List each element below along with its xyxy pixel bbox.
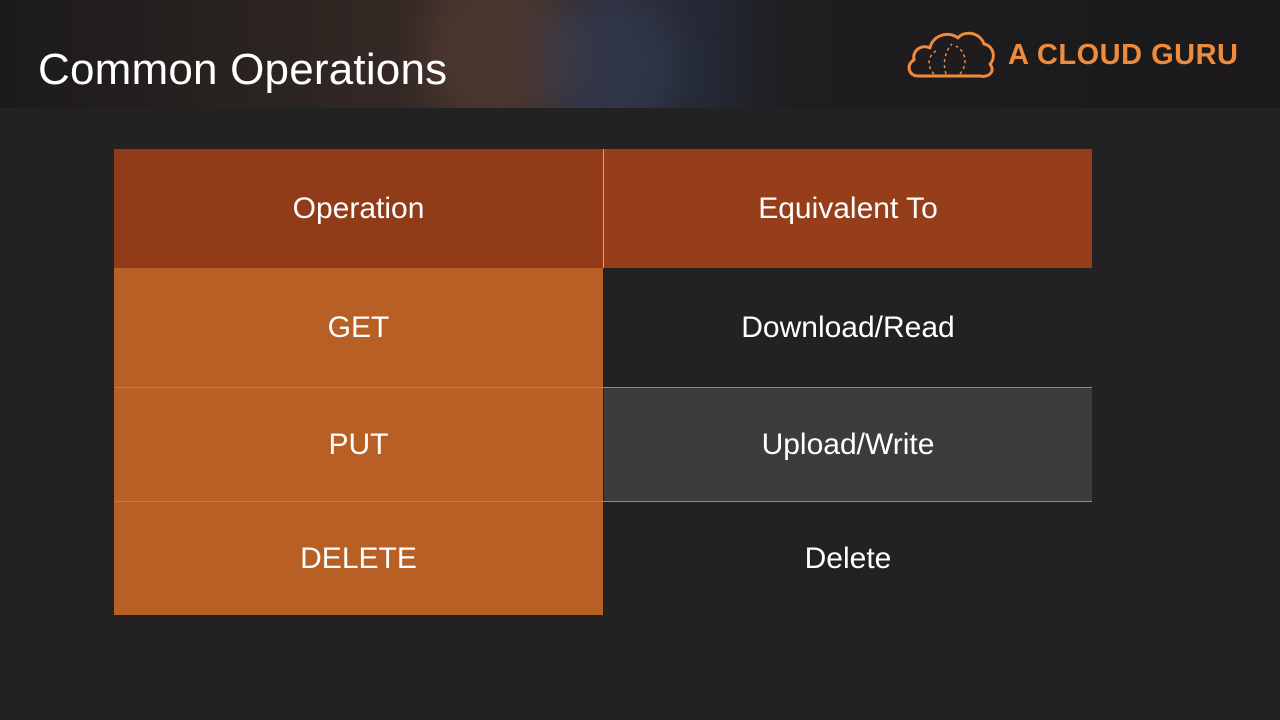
- header-background-figure-shadow: [540, 0, 680, 108]
- brand-name: A CLOUD GURU: [1008, 38, 1239, 71]
- cloud-logo-icon: [907, 31, 995, 78]
- table-row-equivalent-put: Upload/Write: [604, 388, 1092, 501]
- table-row-equivalent-delete: Delete: [604, 502, 1092, 615]
- column-header-operation: Operation: [114, 149, 603, 268]
- table-row-operation-delete: DELETE: [114, 502, 603, 615]
- operations-table: Operation Equivalent To GET Download/Rea…: [114, 149, 1092, 615]
- page-title: Common Operations: [38, 45, 448, 94]
- slide-header: Common Operations A CLOUD GURU: [0, 0, 1280, 108]
- column-header-equivalent: Equivalent To: [604, 149, 1092, 268]
- table-row-operation-get: GET: [114, 268, 603, 387]
- table-row-operation-put: PUT: [114, 388, 603, 501]
- brand-logo: A CLOUD GURU: [904, 28, 1238, 82]
- table-row-equivalent-get: Download/Read: [604, 268, 1092, 387]
- slide: Common Operations A CLOUD GURU Operation…: [0, 0, 1280, 720]
